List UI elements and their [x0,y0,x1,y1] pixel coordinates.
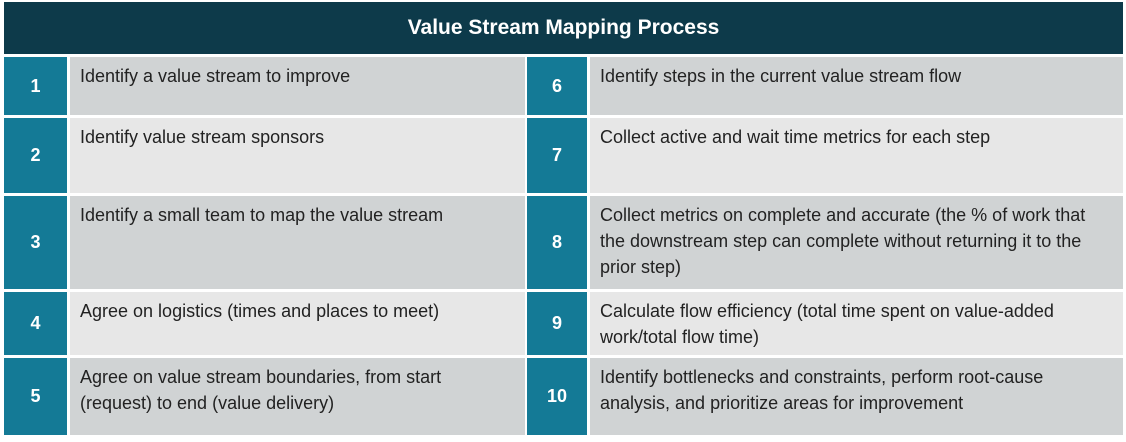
step-text: Calculate flow efficiency (total time sp… [590,292,1123,355]
step-text: Collect active and wait time metrics for… [590,118,1123,193]
step-row-2: 2 Identify value stream sponsors [4,118,525,193]
step-text: Identify a small team to map the value s… [70,196,525,289]
step-text: Identify a value stream to improve [70,57,525,115]
right-column: 6 Identify steps in the current value st… [527,57,1123,435]
step-text: Identify value stream sponsors [70,118,525,193]
step-number: 10 [527,358,587,435]
step-number: 1 [4,57,67,115]
step-text: Agree on logistics (times and places to … [70,292,525,355]
left-column: 1 Identify a value stream to improve 2 I… [4,57,525,435]
step-number: 8 [527,196,587,289]
process-table: Value Stream Mapping Process 1 Identify … [4,2,1123,435]
step-text: Collect metrics on complete and accurate… [590,196,1123,289]
step-row-6: 6 Identify steps in the current value st… [527,57,1123,115]
step-row-7: 7 Collect active and wait time metrics f… [527,118,1123,193]
step-number: 4 [4,292,67,355]
step-row-3: 3 Identify a small team to map the value… [4,196,525,289]
table-title: Value Stream Mapping Process [4,2,1123,54]
step-row-8: 8 Collect metrics on complete and accura… [527,196,1123,289]
step-row-1: 1 Identify a value stream to improve [4,57,525,115]
step-row-9: 9 Calculate flow efficiency (total time … [527,292,1123,355]
step-text: Identify bottlenecks and constraints, pe… [590,358,1123,435]
step-number: 2 [4,118,67,193]
step-text: Agree on value stream boundaries, from s… [70,358,525,435]
step-number: 3 [4,196,67,289]
step-row-10: 10 Identify bottlenecks and constraints,… [527,358,1123,435]
step-row-4: 4 Agree on logistics (times and places t… [4,292,525,355]
step-row-5: 5 Agree on value stream boundaries, from… [4,358,525,435]
step-number: 6 [527,57,587,115]
step-number: 9 [527,292,587,355]
step-text: Identify steps in the current value stre… [590,57,1123,115]
step-number: 5 [4,358,67,435]
steps-grid: 1 Identify a value stream to improve 2 I… [4,57,1123,435]
step-number: 7 [527,118,587,193]
